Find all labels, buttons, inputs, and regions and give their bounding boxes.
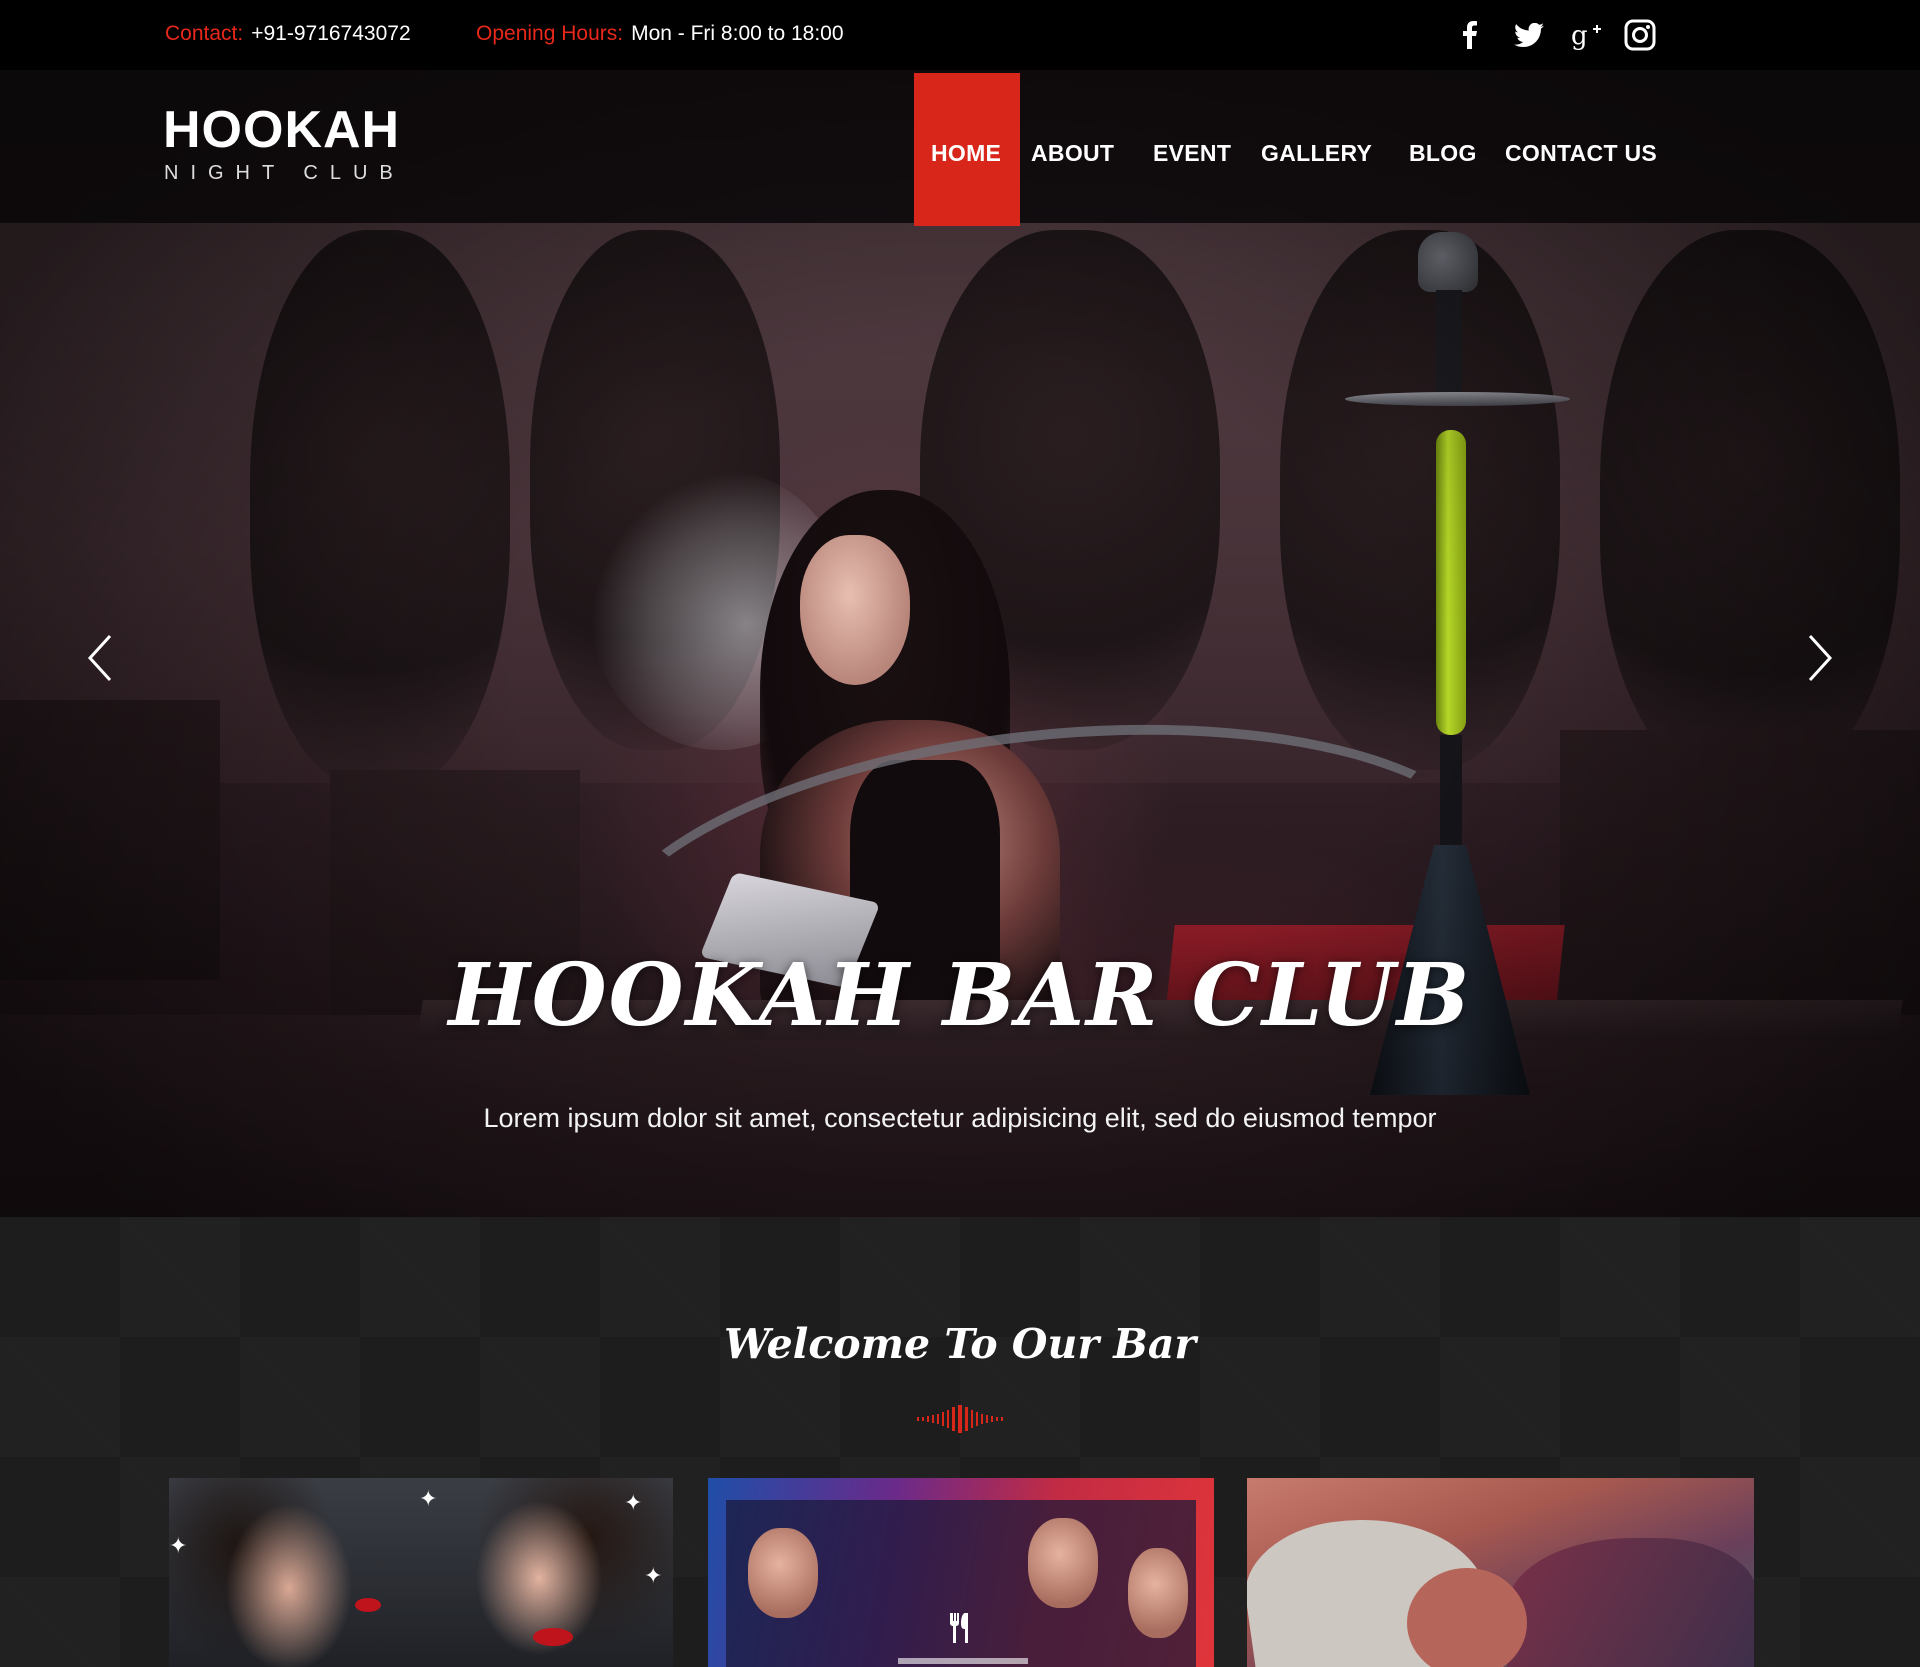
logo-title: HOOKAH [163,101,401,159]
nav-item-home[interactable]: HOME [931,140,1001,167]
nav-item-about[interactable]: ABOUT [1031,140,1114,167]
instagram-icon[interactable] [1620,15,1660,55]
card-party-lips [533,1628,573,1646]
card-dancer-cap [1507,1538,1754,1667]
nav-item-contact-us[interactable]: CONTACT US [1505,140,1657,167]
hero-title: HOOKAH BAR CLUB [448,945,1472,1046]
chevron-left-icon[interactable] [80,632,120,684]
hours-label: Opening Hours: [476,22,624,45]
sparkle-icon: ✦ [644,1563,663,1588]
nav-item-event[interactable]: EVENT [1153,140,1231,167]
facebook-icon[interactable] [1450,15,1490,55]
card-dancer-arm [1407,1568,1527,1667]
card-restaurant-person [1128,1548,1188,1638]
card-restaurant-person [1028,1518,1098,1608]
logo-subtitle: NIGHT CLUB [164,162,405,184]
sparkle-icon: ✦ [419,1486,438,1511]
hours-value: Mon - Fri 8:00 to 18:00 [631,22,844,45]
nav-item-blog[interactable]: BLOG [1409,140,1477,167]
sparkle-icon: ✦ [624,1490,643,1515]
sparkle-icon: ✦ [169,1533,188,1558]
hero-subtitle: Lorem ipsum dolor sit amet, consectetur … [483,1103,1437,1133]
divider-icon [917,1405,1003,1433]
card-party-lips [355,1598,381,1612]
top-bar: Contact: +91-9716743072 Opening Hours: Mon… [0,0,1920,70]
card-restaurant[interactable] [708,1478,1214,1667]
nav-item-gallery[interactable]: GALLERY [1261,140,1372,167]
twitter-icon[interactable] [1509,15,1549,55]
chevron-right-icon[interactable] [1800,632,1840,684]
card-party[interactable]: ✦ ✦ ✦ ✦ [169,1478,673,1667]
google-plus-icon[interactable]: g [1567,15,1607,55]
card-restaurant-person [748,1528,818,1618]
fork-knife-icon [950,1613,968,1643]
card-dancer[interactable] [1247,1478,1754,1667]
contact-info: Contact: +91-9716743072 [165,22,411,46]
svg-text:g: g [1571,21,1588,50]
contact-phone[interactable]: +91-9716743072 [251,22,410,45]
contact-label: Contact: [165,22,244,45]
opening-hours: Opening Hours: Mon - Fri 8:00 to 18:00 [476,22,844,46]
welcome-title: Welcome To Our Bar [723,1320,1197,1368]
card-restaurant-label [898,1658,1028,1664]
